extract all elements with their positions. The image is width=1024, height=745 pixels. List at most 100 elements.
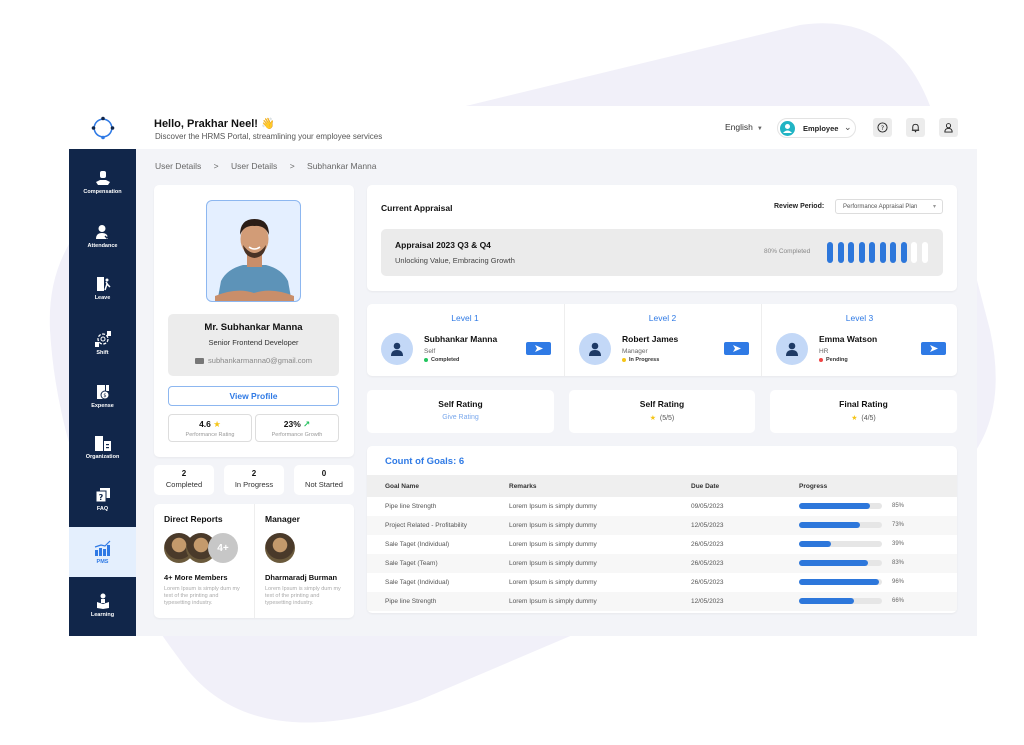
sidebar-item-learning[interactable]: Learning <box>69 581 136 629</box>
goals-table: Goal Name Remarks Due Date Progress Pipe… <box>367 475 957 611</box>
give-rating-link[interactable]: Give Rating <box>367 414 554 421</box>
status-text: In Progress <box>629 357 660 363</box>
sidebar-item-expense[interactable]: $ Expense <box>69 372 136 420</box>
goals-card: Count of Goals: 6 Goal Name Remarks Due … <box>367 446 957 613</box>
status-dot-icon <box>819 357 823 362</box>
progress-segment <box>858 242 865 263</box>
approval-levels-card: Level 1 Subhankar Manna Self Completed L… <box>367 304 957 376</box>
help-button[interactable]: ? <box>873 118 892 137</box>
rating-title: Self Rating <box>438 399 483 409</box>
current-appraisal-card: Current Appraisal Review Period: Perform… <box>367 185 957 291</box>
sidebar-item-organization[interactable]: Organization <box>69 423 136 471</box>
breadcrumb-separator: > <box>289 161 295 171</box>
chevron-down-icon: ⌄ <box>844 122 852 132</box>
send-button[interactable] <box>724 342 749 355</box>
manager-section[interactable]: Manager Dharmaradj Burman Lorem Ipsum is… <box>254 504 354 618</box>
sidebar-label: Organization <box>85 453 120 460</box>
status-dot-icon <box>424 357 428 362</box>
sidebar-item-compensation[interactable]: Compensation <box>69 158 136 206</box>
count-label: Not Started <box>305 480 343 489</box>
status-dot-icon <box>622 357 626 362</box>
view-profile-button[interactable]: View Profile <box>168 386 339 406</box>
level-3: Level 3 Emma Watson HR Pending <box>761 304 957 376</box>
progress-fill <box>799 503 870 510</box>
sidebar-label: Leave <box>94 294 111 301</box>
send-button[interactable] <box>526 342 551 355</box>
goal-remarks: Lorem Ipsum is simply dummy <box>509 516 691 535</box>
sidebar-item-faq[interactable]: ? FAQ <box>69 475 136 523</box>
goal-due-date: 12/05/2023 <box>691 516 799 535</box>
rating-value: (5/5) <box>659 415 675 422</box>
question-chat-icon: ? <box>95 487 110 502</box>
goal-progress: 85% <box>799 497 957 516</box>
manager-name: Dharmaradj Burman <box>265 573 338 582</box>
progress-percent: 66% <box>892 598 905 605</box>
user-check-icon <box>95 224 111 239</box>
progress-segment <box>848 242 854 263</box>
level-person-name: Emma Watson <box>819 334 878 344</box>
column-header[interactable]: Goal Name <box>367 475 509 497</box>
profile-button[interactable] <box>939 118 958 137</box>
column-header[interactable]: Remarks <box>509 475 691 497</box>
table-row[interactable]: Sale Taget (Team) Lorem Ipsum is simply d… <box>367 554 957 573</box>
breadcrumb-link[interactable]: User Details <box>155 161 201 171</box>
level-title: Level 2 <box>648 313 677 323</box>
review-period-select[interactable]: Performance Appraisal Plan ▾ <box>835 199 943 214</box>
logo-icon[interactable] <box>91 116 115 140</box>
help-icon: ? <box>877 122 888 133</box>
breadcrumb-link[interactable]: User Details <box>231 161 277 171</box>
count-label: In Progress <box>234 480 274 489</box>
table-row[interactable]: Sale Taget (Individual) Lorem Ipsum is si… <box>367 535 957 554</box>
chevron-down-icon: ▾ <box>932 204 936 210</box>
person-icon <box>579 333 611 365</box>
status-badge: In Progress <box>622 357 659 363</box>
progress-segment <box>827 242 833 263</box>
completion-text: 80% Completed <box>764 248 811 255</box>
building-icon <box>94 435 111 451</box>
level-person-role: Self <box>424 348 436 355</box>
sidebar-item-attendance[interactable]: Attendance <box>69 212 136 260</box>
goal-due-date: 26/05/2023 <box>691 579 724 586</box>
more-members-badge[interactable]: 4+ <box>208 533 238 563</box>
review-period-value: Performance Appraisal Plan <box>843 204 918 210</box>
growth-chart-icon <box>94 540 110 556</box>
count-value: 2 <box>251 469 257 478</box>
goal-due-date: 09/05/2023 <box>691 503 724 510</box>
progress-segment <box>921 242 928 263</box>
employee-email: subhankarmanna0@gmail.com <box>168 356 339 365</box>
send-button[interactable] <box>921 342 946 355</box>
language-dropdown[interactable]: English ▼ <box>725 122 763 132</box>
person-icon <box>776 333 808 365</box>
level-person-role: HR <box>819 348 829 355</box>
star-icon: ★ <box>213 419 221 429</box>
send-arrow-icon <box>534 345 543 352</box>
goal-remarks: Lorem Ipsum is simply dummy <box>509 592 691 611</box>
sidebar-item-shift[interactable]: Shift <box>69 319 136 367</box>
goal-remarks: Lorem Ipsum is simply dummy <box>509 541 597 548</box>
progress-segment <box>837 242 844 263</box>
sidebar-item-pms[interactable]: PMS <box>69 527 136 577</box>
notifications-button[interactable] <box>906 118 925 137</box>
role-switcher[interactable]: Employee ⌄ <box>777 118 856 138</box>
sidebar-item-leave[interactable]: Leave <box>69 264 136 312</box>
goal-name: Pipe line Strength <box>385 503 437 510</box>
direct-reports-section[interactable]: Direct Reports 4+ 4+ More Members Lorem … <box>154 504 254 618</box>
table-row[interactable]: Sale Taget (Individual) Lorem Ipsum is si… <box>367 573 957 592</box>
manager-avatar[interactable] <box>265 533 295 563</box>
language-label: English <box>725 122 753 132</box>
table-row[interactable]: Project Related - Profitability Lorem Ips… <box>367 516 957 535</box>
shift-cycle-icon <box>94 330 111 347</box>
send-arrow-icon <box>732 345 741 352</box>
table-row[interactable]: Pipe line Strength Lorem Ipsum is simply … <box>367 497 957 516</box>
current-appraisal-title: Current Appraisal <box>381 203 453 213</box>
level-person-name: Robert James <box>622 334 679 344</box>
sidebar-label: Attendance <box>87 242 118 249</box>
status-text: Pending <box>826 357 848 363</box>
progress-bar <box>799 503 882 510</box>
bell-icon <box>911 123 920 133</box>
count-value: 0 <box>321 469 327 478</box>
column-header[interactable]: Progress <box>799 475 957 497</box>
table-row[interactable]: Pipe line Strength Lorem Ipsum is simply … <box>367 592 957 611</box>
not-started-count: 0 Not Started <box>294 465 354 495</box>
column-header[interactable]: Due Date <box>691 475 799 497</box>
